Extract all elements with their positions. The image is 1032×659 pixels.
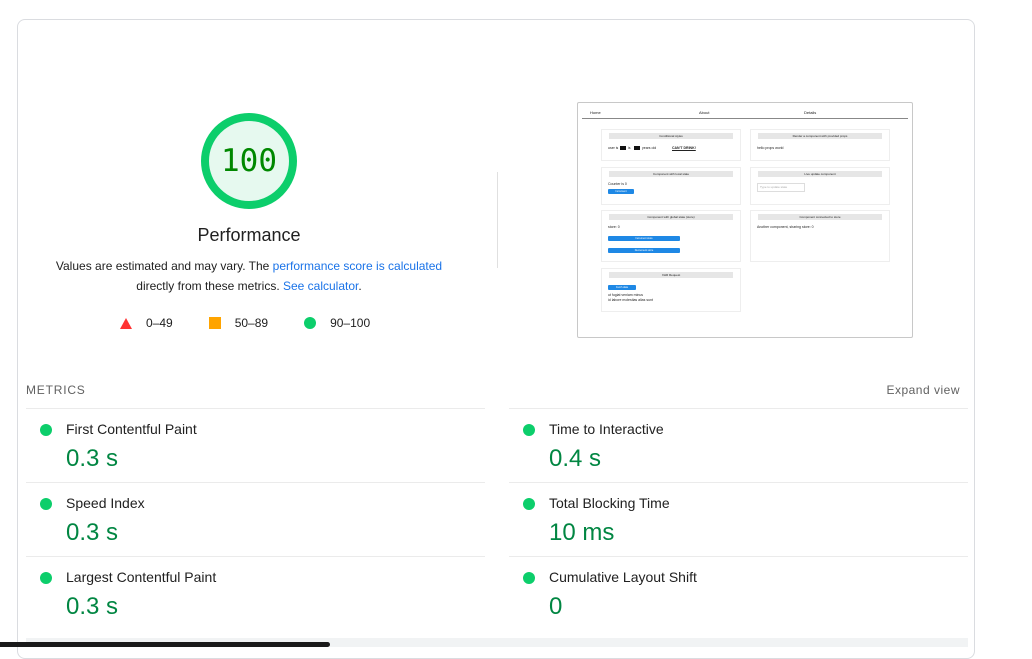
thumb-text: user is xyxy=(608,146,619,150)
thumb-box-connected: Component connected to store Another com… xyxy=(750,210,890,262)
metric-label: Time to Interactive xyxy=(549,421,664,437)
legend-average: 50–89 xyxy=(208,316,269,330)
metrics-header: METRICS Expand view xyxy=(26,383,960,397)
thumb-text: hello props world xyxy=(757,146,784,150)
metric-total-blocking-time: Total Blocking Time 10 ms xyxy=(509,482,968,556)
thumb-nav: Home About Details xyxy=(582,109,908,119)
pass-circle-icon xyxy=(40,498,52,510)
circle-icon xyxy=(304,317,317,329)
desc-suffix: . xyxy=(358,279,362,293)
metric-value: 10 ms xyxy=(549,519,615,546)
performance-gauge: 100 xyxy=(200,112,298,210)
metric-cumulative-layout-shift: Cumulative Layout Shift 0 xyxy=(509,556,968,630)
metrics-title: METRICS xyxy=(26,383,86,397)
pass-circle-icon xyxy=(523,424,535,436)
metric-first-contentful-paint: First Contentful Paint 0.3 s xyxy=(26,408,485,482)
vertical-divider xyxy=(497,172,498,268)
thumb-box-header: Component with global state (store) xyxy=(609,214,733,220)
pass-circle-icon xyxy=(523,572,535,584)
final-screenshot[interactable]: Home About Details Conditional styles us… xyxy=(577,102,913,338)
thumb-box-conditional: Conditional styles user is is years old … xyxy=(601,129,741,161)
thumb-nav-details: Details xyxy=(804,110,817,115)
thumb-text: Counter is 0 xyxy=(608,182,627,186)
legend-fail-label: 0–49 xyxy=(146,316,173,330)
metric-label: Cumulative Layout Shift xyxy=(549,569,697,585)
metric-label: Largest Contentful Paint xyxy=(66,569,217,585)
thumb-text: years old xyxy=(642,146,657,150)
thumb-text: CAN'T DRINK! xyxy=(672,146,696,150)
thumb-box-global-state: Component with global state (store) stor… xyxy=(601,210,741,262)
score-calculation-link[interactable]: performance score is calculated xyxy=(273,259,442,273)
legend-average-label: 50–89 xyxy=(234,316,269,330)
metric-label: Total Blocking Time xyxy=(549,495,670,511)
triangle-icon xyxy=(120,317,132,329)
thumb-text: ut fugiat veniam minus xyxy=(608,293,644,297)
thumb-box-header: Component with local state xyxy=(609,171,733,177)
desc-prefix: Values are estimated and may vary. The xyxy=(55,259,273,273)
thumb-box-header: Render a component with provided props xyxy=(758,133,882,139)
expand-view-toggle[interactable]: Expand view xyxy=(886,383,960,397)
metric-value: 0.3 s xyxy=(66,519,119,546)
horizontal-scrollbar[interactable] xyxy=(0,642,330,647)
metric-time-to-interactive: Time to Interactive 0.4 s xyxy=(509,408,968,482)
metric-label: First Contentful Paint xyxy=(66,421,197,437)
square-icon xyxy=(208,317,221,329)
pass-circle-icon xyxy=(40,424,52,436)
thumb-text: store: 0 xyxy=(608,225,620,229)
metric-label: Speed Index xyxy=(66,495,145,511)
metric-speed-index: Speed Index 0.3 s xyxy=(26,482,485,556)
thumb-button: Increment store xyxy=(608,236,680,241)
legend-fail: 0–49 xyxy=(120,316,173,330)
metric-value: 0 xyxy=(549,593,563,620)
metric-value: 0.3 s xyxy=(66,593,119,620)
thumb-text: is xyxy=(628,146,631,150)
pass-circle-icon xyxy=(40,572,52,584)
thumb-text: id labore molestias alias sunt xyxy=(608,298,653,302)
metric-largest-contentful-paint: Largest Contentful Paint 0.3 s xyxy=(26,556,485,630)
thumb-badge xyxy=(634,146,640,150)
pass-circle-icon xyxy=(523,498,535,510)
thumb-box-header: XHR Request xyxy=(609,272,733,278)
gauge-title: Performance xyxy=(197,225,301,245)
thumb-box-header: Conditional styles xyxy=(609,133,733,139)
calculator-link[interactable]: See calculator xyxy=(283,279,358,293)
metric-value: 0.4 s xyxy=(549,445,602,472)
thumb-badge xyxy=(620,146,626,150)
thumb-input: Type to update state xyxy=(757,183,805,192)
legend-pass-label: 90–100 xyxy=(330,316,371,330)
thumb-box-xhr: XHR Request Fetch data ut fugiat veniam … xyxy=(601,268,741,312)
thumb-button: Decrement store xyxy=(608,248,680,253)
gauge-score: 100 xyxy=(221,143,277,179)
gauge-description: Values are estimated and may vary. The p… xyxy=(40,256,458,296)
thumb-box-props: Render a component with provided props h… xyxy=(750,129,890,161)
thumb-box-header: Live update component xyxy=(758,171,882,177)
legend-pass: 90–100 xyxy=(304,316,370,330)
thumb-box-live-update: Live update component Type to update sta… xyxy=(750,167,890,205)
thumb-nav-about: About xyxy=(699,110,710,115)
thumb-text: Another component, sharing store: 0 xyxy=(757,225,814,229)
thumb-button: Fetch data xyxy=(608,285,636,290)
score-legend: 0–49 50–89 90–100 xyxy=(120,314,406,332)
metric-value: 0.3 s xyxy=(66,445,119,472)
thumb-box-local-state: Component with local state Counter is 0 … xyxy=(601,167,741,205)
thumb-box-header: Component connected to store xyxy=(758,214,882,220)
desc-middle: directly from these metrics. xyxy=(136,279,283,293)
thumb-nav-home: Home xyxy=(590,110,601,115)
thumb-button: Increment xyxy=(608,189,634,194)
